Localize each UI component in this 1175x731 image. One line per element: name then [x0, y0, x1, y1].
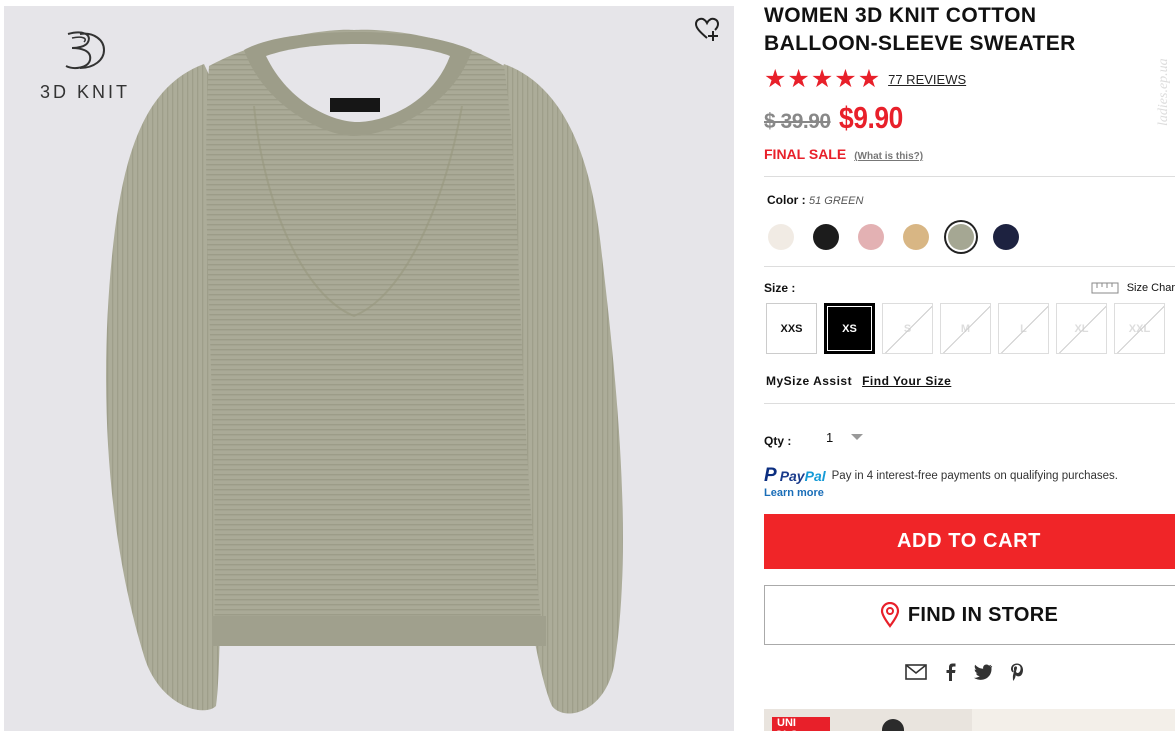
- size-option-xxl[interactable]: XXL: [1114, 303, 1165, 354]
- star-icon: ★: [834, 65, 857, 93]
- paypal-logo: P PayPal: [764, 465, 826, 487]
- mysize-assist-row: MySize Assist Find Your Size: [766, 374, 1175, 388]
- product-image-panel: 3D KNIT: [4, 6, 734, 731]
- mysize-label: MySize Assist: [766, 374, 853, 388]
- 3d-knit-logo-icon: [65, 31, 106, 69]
- size-options: XXS XS S M L XL XXL: [766, 303, 1175, 354]
- chevron-down-icon[interactable]: [851, 434, 864, 440]
- qty-label: Qty :: [764, 434, 792, 448]
- divider: [764, 266, 1175, 267]
- color-label: Color : 51 GREEN: [767, 193, 1175, 207]
- size-option-l[interactable]: L: [998, 303, 1049, 354]
- final-sale-label: FINAL SALE: [764, 146, 847, 162]
- size-option-xl[interactable]: XL: [1056, 303, 1107, 354]
- email-icon[interactable]: [905, 664, 927, 680]
- size-option-m[interactable]: M: [940, 303, 991, 354]
- sweater-image: [106, 29, 623, 714]
- find-your-size-link[interactable]: Find Your Size: [862, 374, 951, 388]
- uniqlo-logo-text: UNI QLO: [775, 717, 799, 731]
- pinterest-icon[interactable]: [1010, 663, 1024, 681]
- paypal-learn-more-link[interactable]: Learn more: [764, 487, 1175, 499]
- add-to-cart-button[interactable]: ADD TO CART: [764, 514, 1175, 569]
- swatch-beige[interactable]: [903, 224, 929, 250]
- swatch-black[interactable]: [813, 224, 839, 250]
- color-label-text: Color :: [767, 193, 806, 207]
- uniqlo-logo: UNI QLO: [772, 717, 830, 731]
- rating-row: ★ ★ ★ ★ ★ 77 REVIEWS: [764, 65, 1175, 93]
- find-in-store-label: FIND IN STORE: [907, 603, 1059, 626]
- final-sale-row: FINAL SALE (What is this?): [764, 146, 1175, 162]
- twitter-icon[interactable]: [973, 664, 993, 680]
- promo-banner[interactable]: UNI QLO: [764, 709, 1175, 731]
- what-is-this-link[interactable]: (What is this?): [854, 151, 923, 162]
- size-label: Size :: [764, 281, 796, 295]
- find-in-store-button[interactable]: FIND IN STORE: [764, 585, 1175, 645]
- original-price: $ 39.90: [764, 110, 831, 133]
- color-swatches: [768, 222, 1175, 252]
- paypal-logo-pay: Pay: [779, 468, 805, 484]
- qty-select[interactable]: 1: [826, 430, 833, 445]
- size-chart-link[interactable]: Size Char: [1091, 281, 1175, 295]
- swatch-pink[interactable]: [858, 224, 884, 250]
- sale-price: $9.90: [838, 100, 903, 135]
- size-chart-label: Size Char: [1126, 282, 1175, 294]
- size-option-s[interactable]: S: [882, 303, 933, 354]
- swatch-off-white[interactable]: [768, 224, 794, 250]
- reviews-link[interactable]: 77 REVIEWS: [888, 72, 966, 87]
- star-icon: ★: [764, 65, 787, 93]
- ruler-icon: [1091, 282, 1119, 294]
- divider: [764, 403, 1175, 404]
- star-rating: ★ ★ ★ ★ ★: [764, 65, 881, 93]
- swatch-navy[interactable]: [993, 224, 1019, 250]
- 3d-knit-text: 3D KNIT: [39, 82, 130, 102]
- product-title: WOMEN 3D KNIT COTTON BALLOON-SLEEVE SWEA…: [764, 4, 1076, 55]
- selected-color-name: 51 GREEN: [809, 195, 864, 207]
- product-info-panel: ladies.ep.ua WOMEN 3D KNIT COTTON BALLOO…: [764, 0, 1175, 731]
- location-pin-icon: [880, 602, 899, 628]
- size-option-xs[interactable]: XS: [824, 303, 875, 354]
- paypal-p-icon: P: [764, 465, 777, 486]
- wishlist-heart-icon[interactable]: [694, 16, 720, 42]
- swatch-green[interactable]: [948, 224, 974, 250]
- star-icon: ★: [787, 65, 810, 93]
- divider: [764, 176, 1175, 177]
- paypal-logo-pal: Pal: [804, 468, 826, 484]
- paypal-text: Pay in 4 interest-free payments on quali…: [831, 470, 1119, 482]
- paypal-message: P PayPal Pay in 4 interest-free payments…: [764, 465, 1175, 499]
- 3d-knit-badge: 3D KNIT: [30, 28, 140, 103]
- price-row: $ 39.90 $9.90: [764, 100, 1175, 135]
- site-watermark: ladies.ep.ua: [1156, 58, 1171, 126]
- star-icon: ★: [810, 65, 834, 93]
- star-icon: ★: [857, 65, 881, 93]
- size-option-xxs[interactable]: XXS: [766, 303, 817, 354]
- quantity-row: Qty : 1: [764, 426, 1175, 448]
- size-header: Size : Size Char: [764, 281, 1175, 295]
- share-icons: [905, 661, 1175, 683]
- facebook-icon[interactable]: [944, 663, 956, 681]
